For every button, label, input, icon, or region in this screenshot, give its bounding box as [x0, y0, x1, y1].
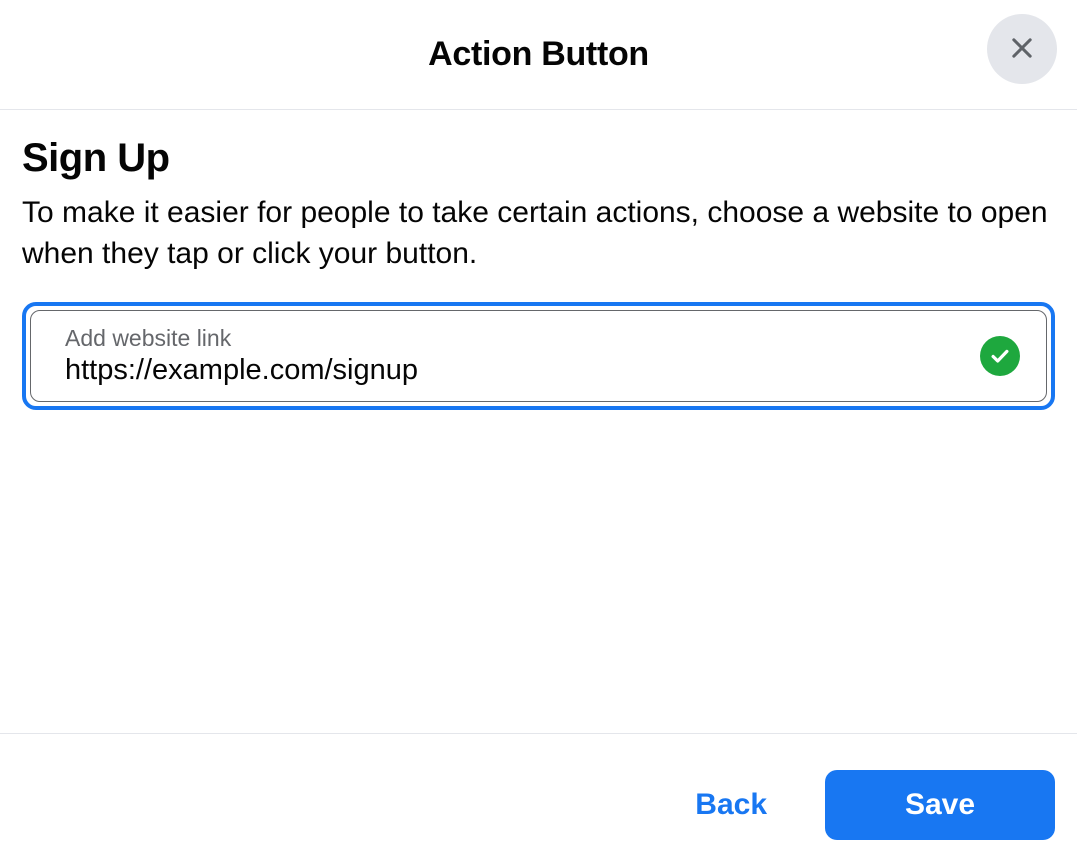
- website-link-input[interactable]: [65, 354, 976, 387]
- back-button[interactable]: Back: [683, 778, 779, 832]
- section-description: To make it easier for people to take cer…: [22, 193, 1055, 274]
- website-link-label: Add website link: [65, 325, 976, 352]
- modal-header: Action Button: [0, 0, 1077, 110]
- modal-footer: Back Save: [0, 733, 1077, 860]
- valid-check-icon: [980, 336, 1020, 376]
- modal-content: Sign Up To make it easier for people to …: [0, 110, 1077, 733]
- close-button[interactable]: [987, 14, 1057, 84]
- save-button[interactable]: Save: [825, 770, 1055, 840]
- modal-title: Action Button: [428, 35, 649, 74]
- section-heading: Sign Up: [22, 136, 1055, 181]
- website-link-field[interactable]: Add website link: [30, 310, 1047, 402]
- website-link-field-focus: Add website link: [22, 302, 1055, 410]
- close-icon: [1008, 34, 1036, 65]
